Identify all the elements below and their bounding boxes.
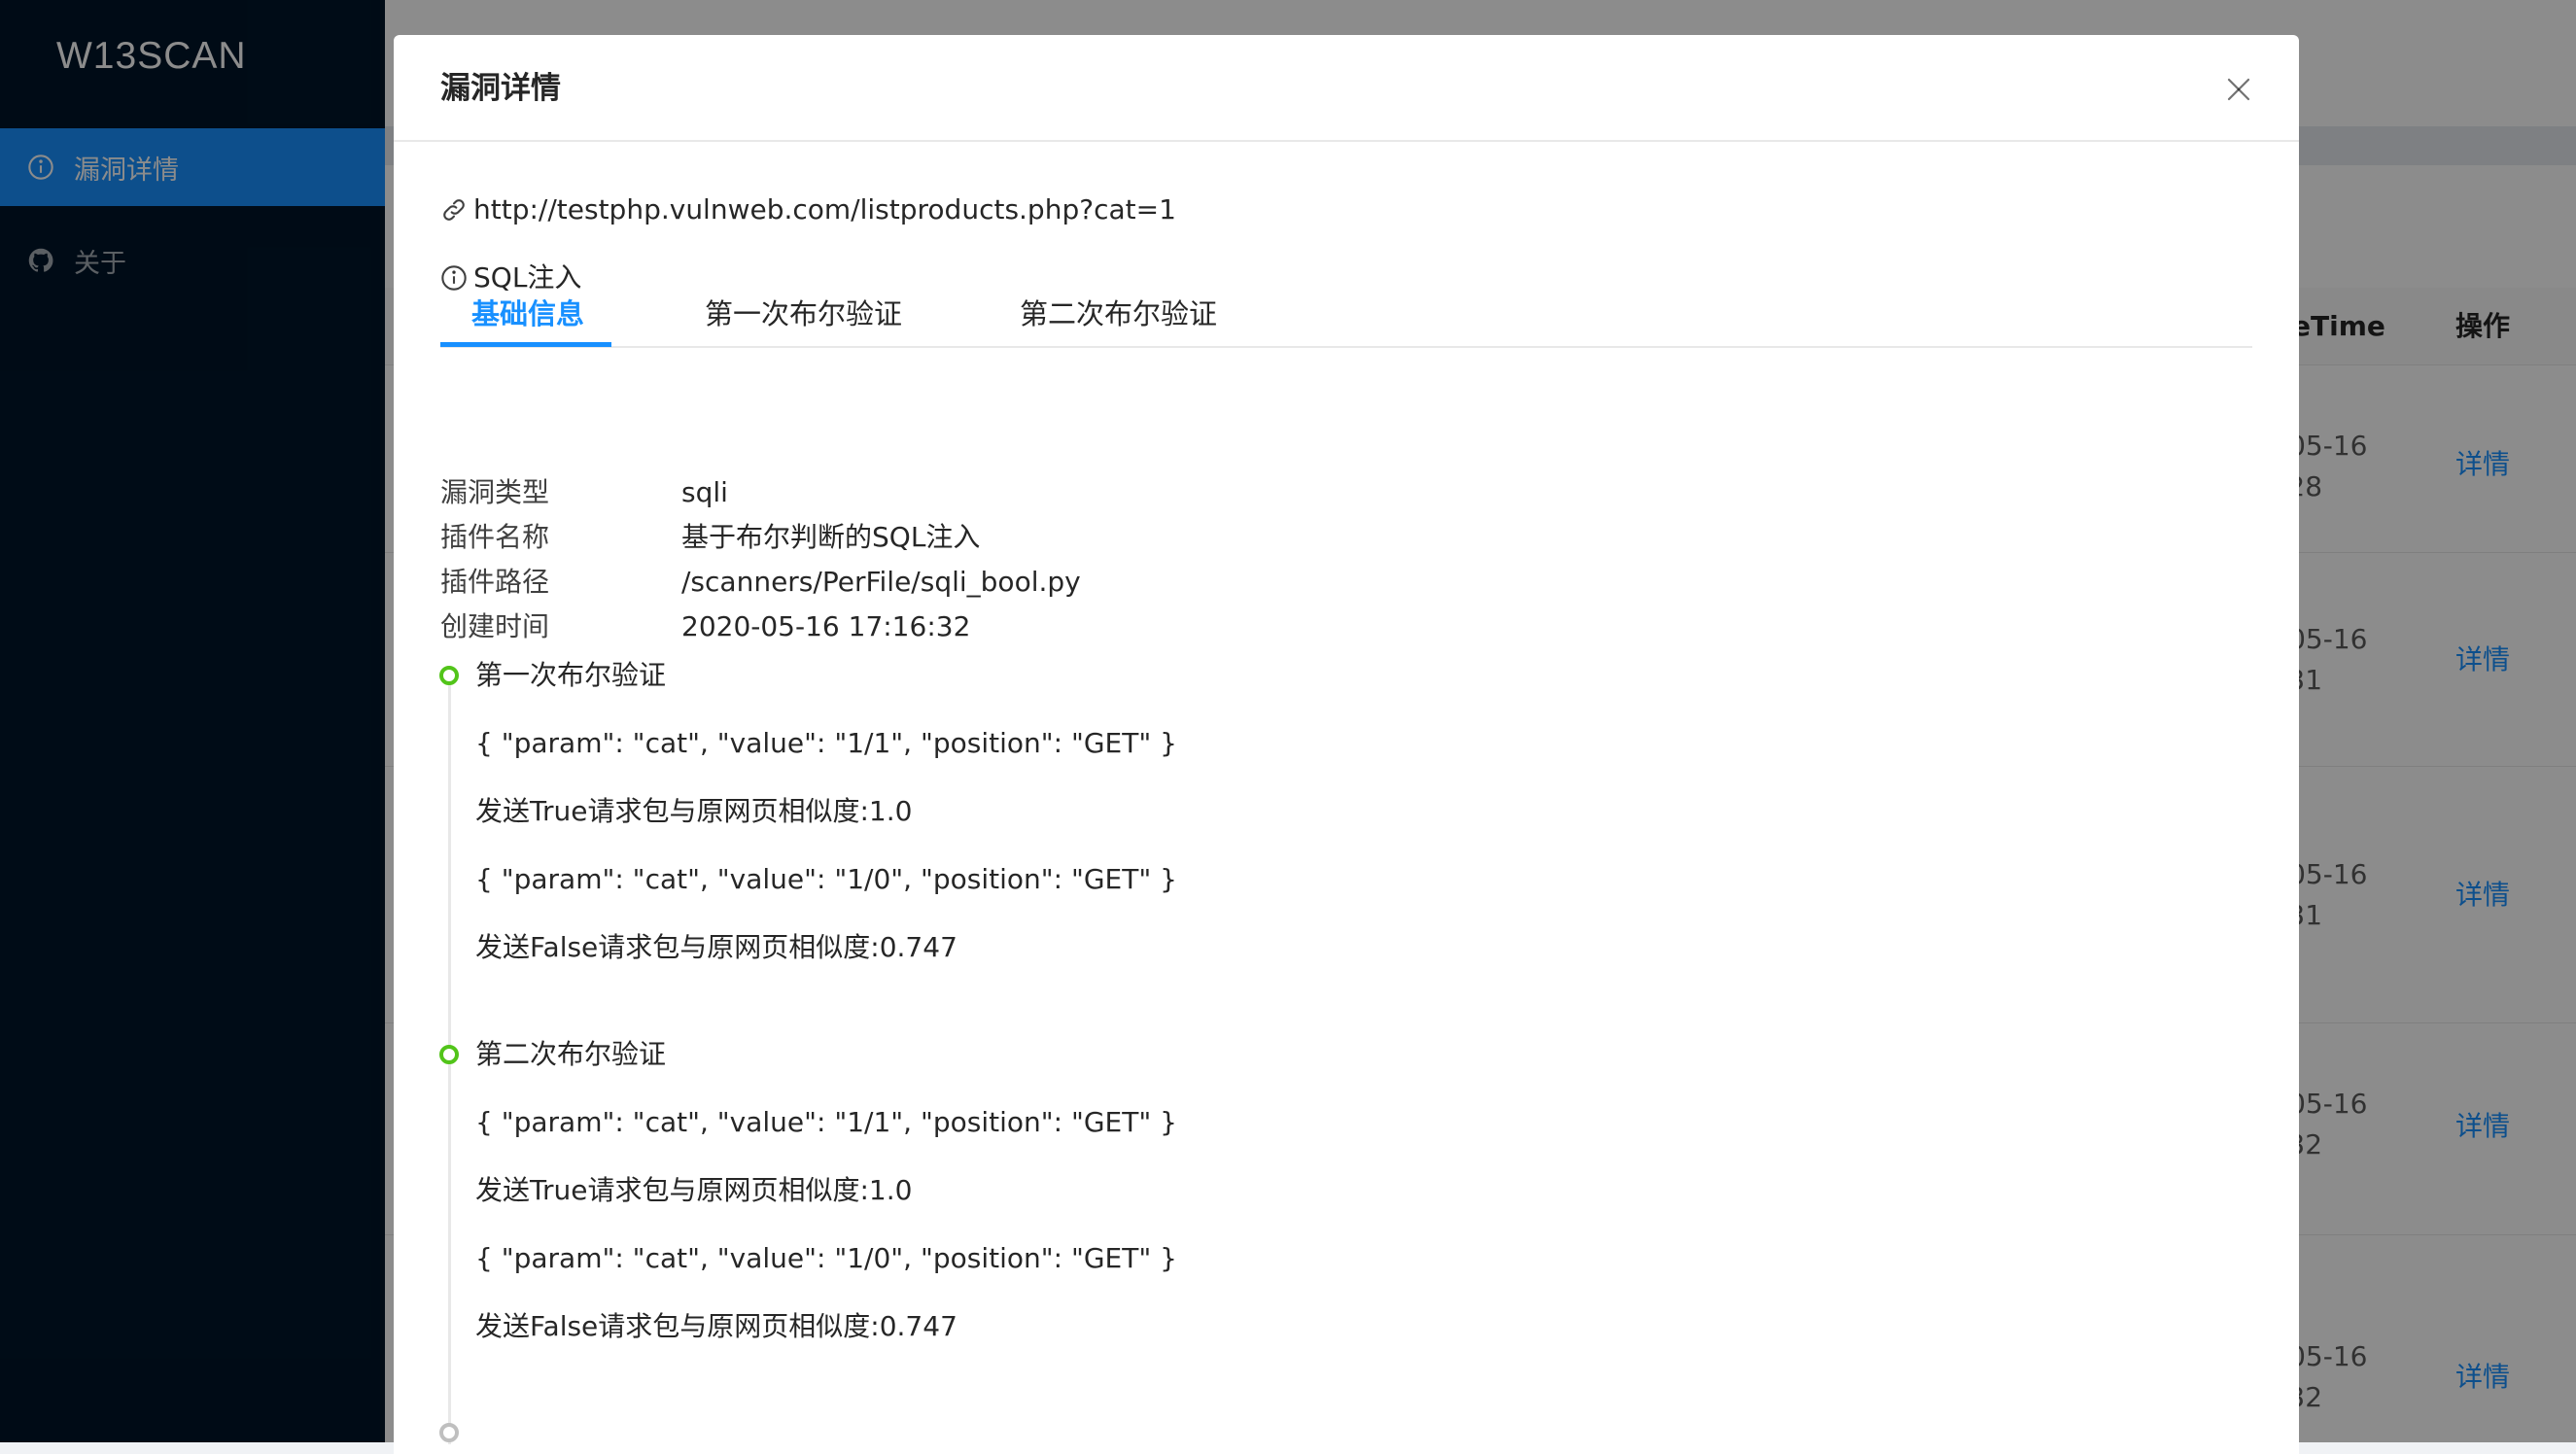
vuln-name-line: SQL注入 [440, 259, 581, 297]
detail-label: 创建时间 [440, 605, 549, 649]
timeline-line: { "param": "cat", "value": "1/0", "posit… [475, 858, 1177, 901]
timeline-line: 发送True请求包与原网页相似度:1.0 [475, 1169, 912, 1212]
detail-value: sqli [681, 470, 728, 515]
detail-label: 插件名称 [440, 515, 549, 560]
tab-basic-info[interactable]: 基础信息 [471, 294, 584, 346]
detail-value: 基于布尔判断的SQL注入 [681, 515, 980, 560]
timeline-title: 第一次布尔验证 [475, 654, 666, 697]
tab-active-indicator [440, 342, 611, 347]
vuln-name: SQL注入 [473, 259, 581, 297]
tab-first-bool-check[interactable]: 第一次布尔验证 [705, 294, 902, 346]
timeline-line: 发送False请求包与原网页相似度:0.747 [475, 1305, 957, 1348]
modal-header: 漏洞详情 [394, 35, 2299, 142]
link-icon [440, 196, 468, 224]
timeline-title: 第二次布尔验证 [475, 1033, 666, 1076]
detail-label: 插件路径 [440, 560, 549, 605]
info-circle-icon [440, 264, 468, 292]
timeline-line: 发送False请求包与原网页相似度:0.747 [475, 926, 957, 969]
vuln-url-line: http://testphp.vulnweb.com/listproducts.… [440, 190, 1176, 229]
close-button[interactable] [2217, 68, 2260, 111]
timeline-dot-pending [439, 1423, 459, 1442]
timeline-line: { "param": "cat", "value": "1/1", "posit… [475, 722, 1177, 765]
detail-label: 漏洞类型 [440, 470, 549, 515]
vuln-url[interactable]: http://testphp.vulnweb.com/listproducts.… [473, 190, 1176, 229]
detail-value: /scanners/PerFile/sqli_bool.py [681, 560, 1081, 605]
close-icon [2224, 75, 2253, 104]
timeline-dot [439, 1045, 459, 1064]
tab-bar [440, 346, 2252, 348]
modal-title: 漏洞详情 [440, 66, 561, 111]
timeline-line: 发送True请求包与原网页相似度:1.0 [475, 790, 912, 833]
timeline-line: { "param": "cat", "value": "1/1", "posit… [475, 1101, 1177, 1144]
tab-second-bool-check[interactable]: 第二次布尔验证 [1020, 294, 1217, 346]
detail-value: 2020-05-16 17:16:32 [681, 605, 970, 649]
timeline-line: { "param": "cat", "value": "1/0", "posit… [475, 1237, 1177, 1280]
vuln-detail-modal: 漏洞详情 http://testphp.vulnweb.com/listprod… [394, 35, 2299, 1454]
timeline-dot [439, 666, 459, 685]
